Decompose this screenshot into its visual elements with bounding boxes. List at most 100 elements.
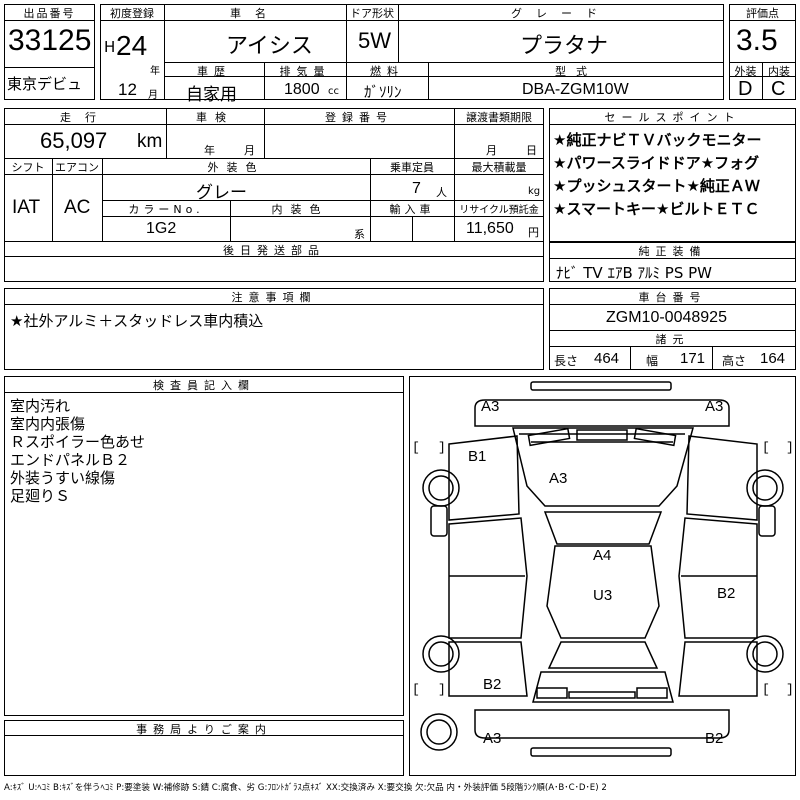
car-name: アイシス bbox=[226, 34, 313, 59]
bracket: [ bbox=[412, 440, 420, 455]
sendlater-label: 後日発送部品 bbox=[223, 244, 325, 257]
recycle-label: リサイクル預託金 bbox=[459, 205, 539, 216]
history: 自家用 bbox=[186, 85, 237, 105]
damage-rear-left: A3 bbox=[483, 730, 502, 747]
bracket: ] bbox=[786, 682, 794, 697]
office-label: 事務局よりご案内 bbox=[136, 723, 272, 736]
recycle-fee: 11,650 bbox=[466, 220, 514, 237]
transfer-label: 譲渡書類期限 bbox=[466, 111, 532, 124]
recycle-unit: 円 bbox=[528, 226, 539, 239]
ext-color: グレー bbox=[196, 183, 247, 203]
grade: プラタナ bbox=[520, 34, 609, 59]
bracket: [ bbox=[762, 440, 770, 455]
inspect-label: 車検 bbox=[196, 111, 234, 124]
damage-right-rear: B2 bbox=[717, 585, 736, 602]
displacement: 1800 bbox=[284, 81, 320, 98]
load-label: 最大積載量 bbox=[471, 161, 527, 174]
inspector-label: 検査員記入欄 bbox=[153, 379, 255, 392]
sales-line: ★プッシュスタート★純正ＡＷ bbox=[553, 177, 760, 195]
color-label: 外装色 bbox=[207, 161, 265, 174]
inspect-year-unit: 年 bbox=[204, 144, 215, 157]
bracket: ] bbox=[438, 440, 446, 455]
history-label: 車歴 bbox=[197, 65, 231, 78]
damage-rear-right: B2 bbox=[705, 730, 724, 747]
inspect-month-unit: 月 bbox=[244, 144, 255, 157]
car-outline bbox=[420, 381, 784, 757]
ac: AC bbox=[64, 197, 91, 218]
color-no: 1G2 bbox=[146, 220, 177, 237]
reg-month: 12 bbox=[118, 80, 137, 99]
damage-b1: B1 bbox=[468, 448, 487, 465]
damage-front-right: A3 bbox=[705, 398, 724, 415]
load-unit: kg bbox=[528, 186, 541, 197]
colorno-label: カラーNo. bbox=[128, 203, 204, 216]
lot-label: 出品番号 bbox=[23, 7, 76, 20]
seats: 7 bbox=[412, 180, 421, 197]
equip-label: 純正装備 bbox=[638, 245, 707, 258]
reg-label: 初度登録 bbox=[110, 7, 154, 20]
score-label: 評価点 bbox=[746, 7, 779, 20]
year-unit: 年 bbox=[150, 66, 160, 77]
grade-label: グレード bbox=[511, 7, 611, 20]
shift-label: シフト bbox=[11, 161, 45, 174]
damage-roof: A4 bbox=[593, 547, 612, 564]
seats-label: 乗車定員 bbox=[390, 161, 434, 174]
len-label: 長さ bbox=[554, 354, 579, 368]
ext-grade: D bbox=[738, 78, 753, 100]
door-type: 5W bbox=[358, 28, 391, 53]
mileage-unit: km bbox=[137, 131, 163, 152]
ext-label: 外装 bbox=[734, 65, 757, 78]
shift: IAT bbox=[12, 197, 41, 218]
door-label: ドア形状 bbox=[350, 7, 394, 20]
bracket: ] bbox=[786, 440, 794, 455]
mileage-label: 走行 bbox=[60, 111, 110, 124]
inspector-line: 足廻りＳ bbox=[10, 487, 71, 505]
damage-left-rear: B2 bbox=[483, 676, 502, 693]
intcolor-label: 内装色 bbox=[271, 203, 329, 216]
import-label: 輸入車 bbox=[389, 203, 435, 216]
fuel: ｶﾞｿﾘﾝ bbox=[364, 83, 402, 101]
sales-line: ★純正ナビＴＶバックモニター bbox=[553, 131, 762, 149]
sales-line: ★スマートキー★ビルトＥＴＣ bbox=[553, 200, 760, 218]
damage-u3: U3 bbox=[593, 587, 613, 604]
notes: ★社外アルミ＋スタッドレス車内積込 bbox=[10, 312, 264, 330]
transfer-day-unit: 日 bbox=[526, 144, 537, 157]
fuel-label: 燃料 bbox=[370, 65, 404, 78]
model-code: DBA-ZGM10W bbox=[522, 81, 629, 98]
bracket: ] bbox=[438, 682, 446, 697]
damage-front-left: A3 bbox=[481, 398, 500, 415]
width: 171 bbox=[680, 350, 706, 367]
hgt-label: 高さ bbox=[722, 354, 747, 368]
regno-label: 登録番号 bbox=[325, 111, 393, 124]
notes-label: 注意事項欄 bbox=[231, 291, 317, 304]
debut-label: 東京デビュ bbox=[7, 75, 83, 93]
wid-label: 幅 bbox=[646, 354, 659, 368]
chassis-label: 車台番号 bbox=[638, 291, 707, 304]
length: 464 bbox=[594, 350, 620, 367]
height: 164 bbox=[760, 350, 786, 367]
int-label: 内装 bbox=[768, 65, 790, 78]
sales-line: ★パワースライドドア★フォグ bbox=[553, 154, 760, 172]
ac-label: エアコン bbox=[55, 161, 99, 174]
chassis-number: ZGM10-0048925 bbox=[606, 309, 727, 326]
legend: A:ｷｽﾞ U:ﾍｺﾐ B:ｷｽﾞを伴うﾍｺﾐ P:要塗装 W:補修跡 S:錆 … bbox=[4, 783, 607, 793]
equipment: ﾅﾋﾞ TV ｴｱB ｱﾙﾐ PS PW bbox=[556, 264, 712, 282]
damage-hood: A3 bbox=[549, 470, 568, 487]
bracket: [ bbox=[412, 682, 420, 697]
int-grade: C bbox=[771, 78, 786, 100]
score: 3.5 bbox=[736, 24, 778, 57]
seats-unit: 人 bbox=[436, 186, 447, 199]
reg-year: 24 bbox=[116, 30, 148, 61]
disp-unit: cc bbox=[328, 86, 339, 97]
transfer-month-unit: 月 bbox=[486, 144, 497, 157]
lot-number: 33125 bbox=[8, 24, 92, 57]
era: H bbox=[104, 38, 116, 56]
month-unit: 月 bbox=[148, 90, 158, 101]
bracket: [ bbox=[762, 682, 770, 697]
intcolor-unit: 系 bbox=[354, 228, 365, 241]
name-label: 車名 bbox=[230, 7, 280, 20]
sales-label: セールスポイント bbox=[604, 111, 741, 124]
dims-label: 諸元 bbox=[655, 333, 690, 346]
mileage: 65,097 bbox=[40, 128, 108, 153]
model-label: 型式 bbox=[555, 65, 597, 78]
